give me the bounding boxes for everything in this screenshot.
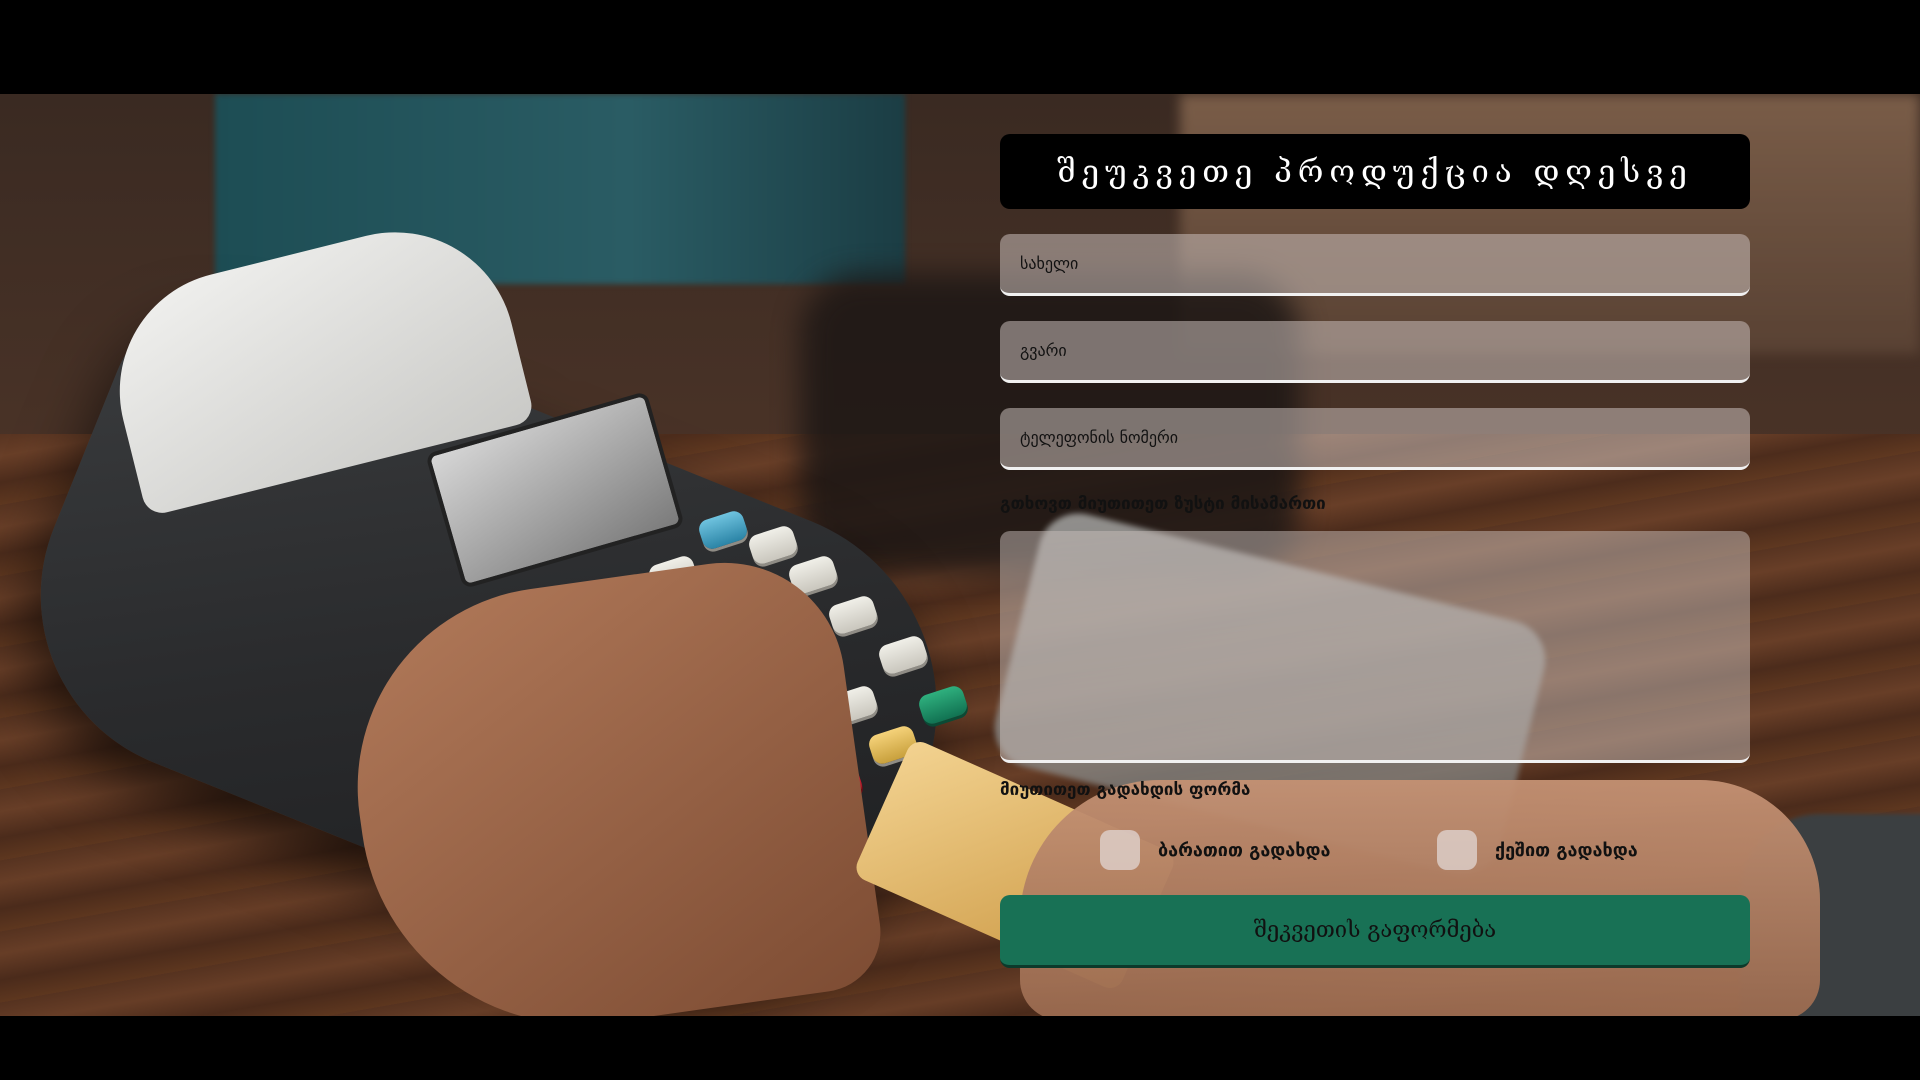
payment-option-cash[interactable]: ქეშით გადახდა xyxy=(1437,830,1638,870)
address-textarea[interactable] xyxy=(1000,531,1750,763)
top-letterbox-bar xyxy=(0,0,1920,94)
payment-option-card[interactable]: ბარათით გადახდა xyxy=(1100,830,1331,870)
phone-number-input[interactable] xyxy=(1000,408,1750,470)
card-payment-checkbox[interactable] xyxy=(1100,830,1140,870)
payment-method-label: მიუთითეთ გადახდის ფორმა xyxy=(1000,780,1251,800)
form-title: შეუკვეთე პროდუქცია დღესვე xyxy=(1057,153,1693,190)
bottom-letterbox-bar xyxy=(0,1016,1920,1080)
card-payment-label: ბარათით გადახდა xyxy=(1158,839,1331,861)
cash-payment-label: ქეშით გადახდა xyxy=(1495,839,1638,861)
order-form: შეუკვეთე პროდუქცია დღესვე გთხოვთ მიუთითე… xyxy=(1000,134,1750,968)
first-name-input[interactable] xyxy=(1000,234,1750,296)
cash-payment-checkbox[interactable] xyxy=(1437,830,1477,870)
form-title-box: შეუკვეთე პროდუქცია დღესვე xyxy=(1000,134,1750,209)
address-label: გთხოვთ მიუთითეთ ზუსტი მისამართი xyxy=(1000,494,1326,514)
submit-order-button[interactable]: შეკვეთის გაფორმება xyxy=(1000,895,1750,968)
last-name-input[interactable] xyxy=(1000,321,1750,383)
